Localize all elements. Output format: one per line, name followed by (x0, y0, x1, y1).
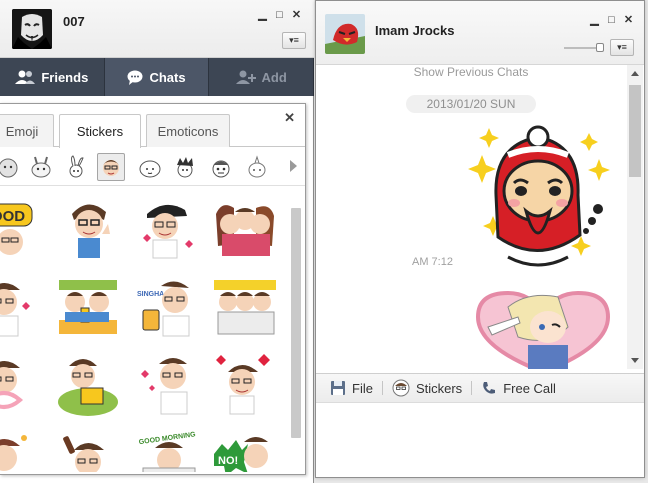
tab-emoticons[interactable]: Emoticons (146, 114, 230, 147)
scroll-up-arrow[interactable] (631, 71, 639, 76)
main-nav-bar: Friends Chats Add (0, 58, 315, 96)
bunny-pack-icon[interactable] (27, 153, 55, 181)
phone-icon (483, 382, 496, 394)
sticker-panel: ✕ Emoji Stickers Emoticons OD SINGHA GOO… (0, 103, 306, 475)
sticker-grid-scrollbar[interactable] (290, 194, 302, 466)
sticker-message-hooded[interactable] (468, 125, 618, 275)
sticker-singha[interactable]: SINGHA (135, 272, 201, 342)
date-divider: 2013/01/20 SUN (406, 95, 536, 113)
toolbar-divider (381, 381, 383, 395)
sticker-group-kiss[interactable] (212, 194, 278, 264)
transparency-slider-knob[interactable] (596, 43, 604, 52)
sticker-guy-cap-hearts[interactable] (135, 194, 201, 264)
chat-bubble-icon (127, 70, 143, 85)
sticker-grid: OOD SINGHA (0, 188, 286, 472)
chat-scroll-thumb[interactable] (629, 85, 641, 177)
sticker-guy-hearts[interactable] (212, 350, 278, 420)
add-friend-icon (235, 70, 256, 84)
message-input[interactable] (316, 403, 644, 477)
stickers-button-label: Stickers (415, 380, 463, 396)
sticker-face-icon (392, 379, 410, 397)
tab-emoji[interactable]: Emoji (0, 114, 54, 147)
head-pack-icon[interactable] (207, 153, 235, 181)
tab-add-label: Add (261, 69, 287, 85)
sticker-message-anime-heart[interactable] (468, 287, 618, 369)
chat-close-button[interactable]: ✕ (622, 13, 635, 26)
tab-add[interactable]: Add (209, 58, 315, 96)
menu-dropdown-button[interactable]: ▾≡ (282, 32, 306, 49)
profile-avatar[interactable] (12, 9, 52, 49)
chat-maximize-button[interactable]: □ (605, 13, 618, 26)
sticker-grid-scroll-thumb[interactable] (291, 208, 301, 438)
chat-window: Imam Jrocks ▁ □ ✕ ▾≡ Show Previous Chats… (315, 0, 645, 478)
profile-name: 007 (63, 14, 85, 29)
main-header: 007 ▁ □ ✕ ▾≡ (0, 0, 314, 58)
minimize-button[interactable]: ▁ (256, 8, 269, 21)
chat-minimize-button[interactable]: ▁ (588, 13, 601, 26)
chat-header: Imam Jrocks ▁ □ ✕ ▾≡ (316, 1, 644, 65)
file-button[interactable]: File (324, 380, 379, 396)
sticker-good[interactable]: OOD (0, 194, 40, 264)
file-button-label: File (352, 380, 373, 396)
sketch-pack-icon[interactable] (243, 153, 271, 181)
bald-pack-icon[interactable] (136, 153, 164, 181)
chat-menu-button[interactable]: ▾≡ (610, 39, 634, 56)
sticker-guy-party[interactable] (0, 428, 40, 472)
chat-toolbar: File Stickers Free Call (316, 373, 644, 403)
close-button[interactable]: ✕ (290, 8, 303, 21)
free-call-button-label: Free Call (503, 380, 556, 396)
sticker-no-text: NO! (218, 455, 238, 467)
sticker-panel-tabs: Emoji Stickers Emoticons (0, 114, 305, 148)
sticker-party-beer[interactable] (55, 272, 121, 342)
sticker-no[interactable]: NO! (212, 428, 278, 472)
sticker-group-banner[interactable] (212, 272, 278, 342)
message-timestamp: AM 7:12 (412, 256, 453, 268)
sticker-pack-strip (0, 148, 305, 186)
transparency-slider-track[interactable] (564, 47, 600, 49)
chat-message-area: Show Previous Chats 2013/01/20 SUN AM 7:… (316, 65, 626, 369)
menu-icon: ▾≡ (289, 35, 299, 45)
tab-chats[interactable]: Chats (104, 58, 210, 96)
sticker-guy-bottle[interactable] (58, 428, 124, 472)
pack-scroll-right-arrow[interactable] (290, 160, 297, 172)
free-call-button[interactable]: Free Call (475, 380, 562, 396)
contact-name: Imam Jrocks (375, 23, 455, 38)
tab-stickers[interactable]: Stickers (59, 114, 141, 148)
moon-pack-icon[interactable] (0, 153, 22, 181)
floppy-icon (331, 381, 345, 395)
show-previous-chats-link[interactable]: Show Previous Chats (316, 65, 626, 79)
chat-window-controls: ▁ □ ✕ (588, 13, 635, 27)
stickers-button[interactable]: Stickers (386, 379, 468, 397)
scroll-down-arrow[interactable] (631, 358, 639, 363)
chat-menu-icon: ▾≡ (617, 42, 627, 52)
sticker-good-morning[interactable]: GOOD MORNING (135, 428, 201, 472)
toolbar-divider (471, 381, 473, 395)
sticker-heart-hands[interactable] (0, 350, 40, 420)
sticker-guy-heart[interactable] (0, 272, 40, 342)
rabbit-pack-icon[interactable] (62, 153, 90, 181)
sticker-singha-text: SINGHA (137, 291, 164, 298)
guy-pack-icon[interactable] (97, 153, 125, 181)
tab-friends[interactable]: Friends (0, 58, 105, 96)
sticker-guy-reading[interactable] (55, 350, 121, 420)
tab-friends-label: Friends (41, 69, 89, 85)
sticker-guy-peace[interactable] (58, 194, 124, 264)
maximize-button[interactable]: □ (273, 8, 286, 21)
tab-chats-label: Chats (149, 69, 186, 85)
friends-icon (15, 70, 36, 84)
chat-scrollbar[interactable] (627, 65, 643, 369)
spiky-pack-icon[interactable] (171, 153, 199, 181)
contact-avatar[interactable] (325, 14, 365, 54)
sticker-guy-thinking[interactable] (135, 350, 201, 420)
window-controls: ▁ □ ✕ (256, 8, 303, 22)
sticker-good-text: OOD (0, 208, 25, 225)
